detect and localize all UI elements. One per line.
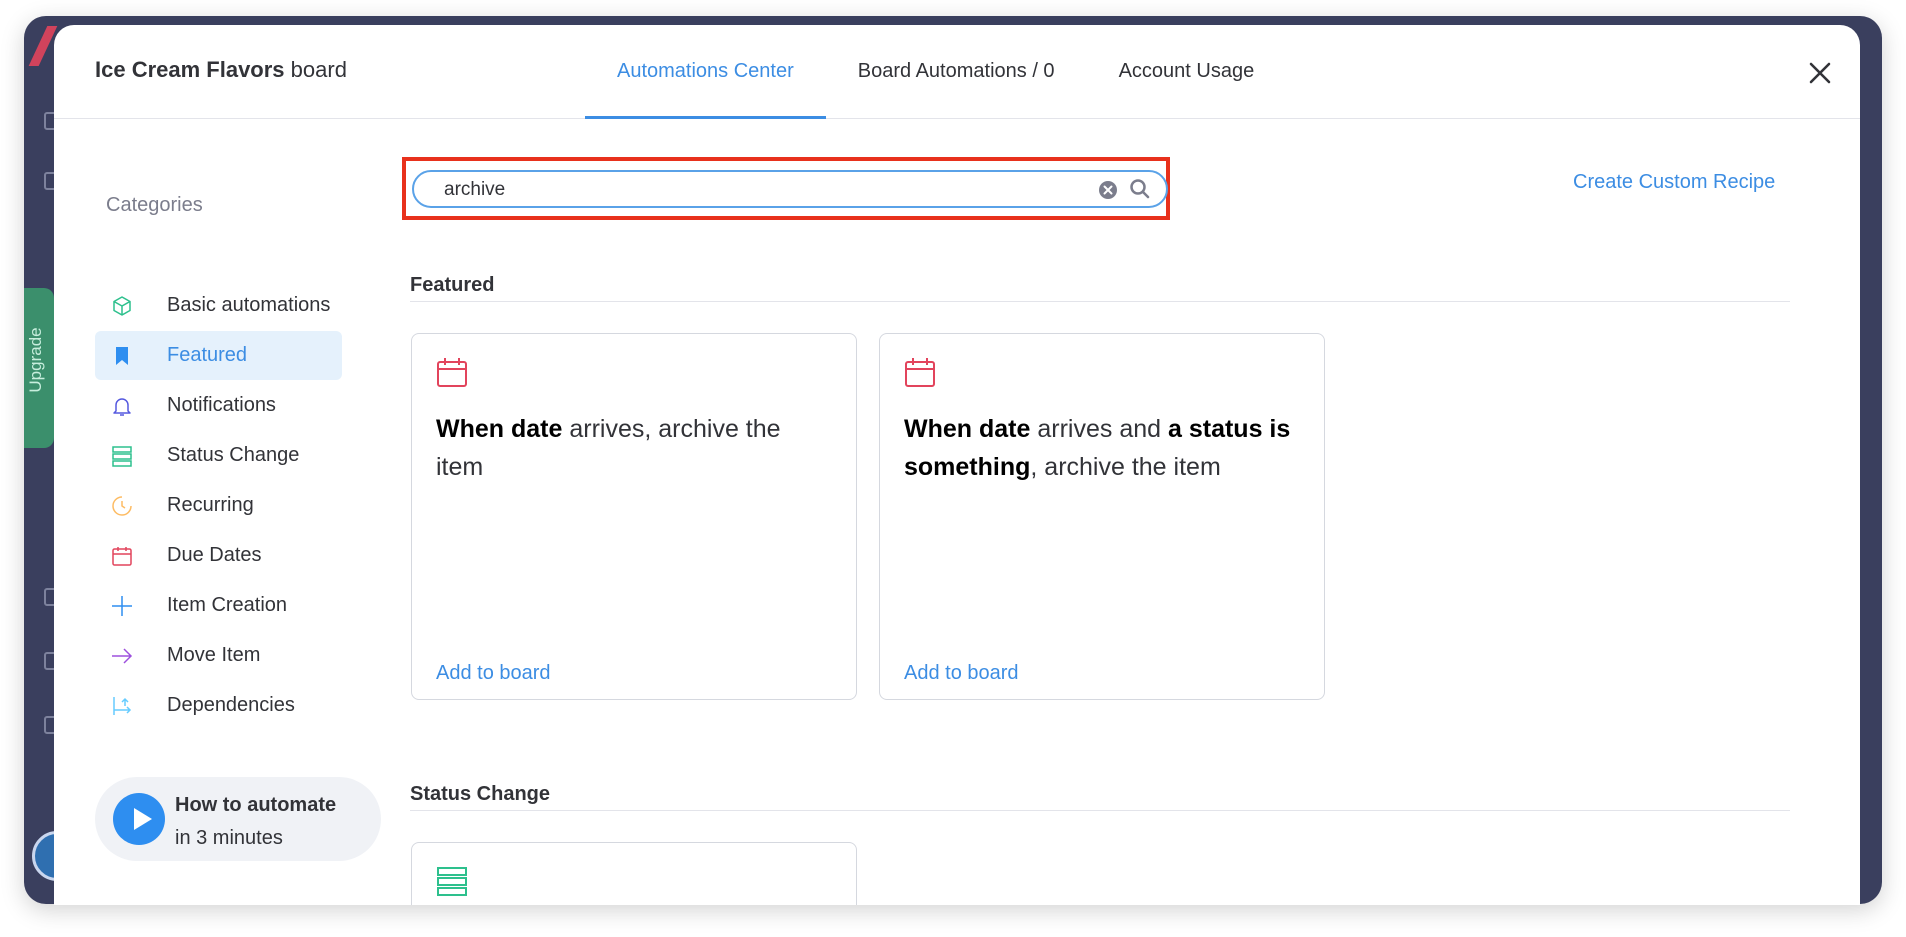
sidebar-item-label: Basic automations [167, 294, 331, 316]
section-title-featured: Featured [410, 274, 495, 296]
sidebar-item-recurring[interactable]: Recurring [95, 481, 342, 530]
play-icon[interactable] [113, 793, 165, 845]
section-divider [410, 810, 1790, 811]
sidebar-item-due-dates[interactable]: Due Dates [95, 531, 342, 580]
recipe-card[interactable]: When date arrives, archive the item Add … [411, 333, 857, 700]
recipe-text-part: arrives and [1037, 415, 1168, 443]
board-name: Ice Cream Flavors [95, 57, 285, 82]
recipe-field-date: date [979, 415, 1038, 443]
calendar-icon [437, 358, 467, 387]
arrow-right-icon [112, 648, 133, 664]
howto-title: How to automate [175, 794, 337, 816]
calendar-icon [112, 547, 132, 566]
tab-label: Automations Center [617, 60, 794, 82]
board-suffix: board [290, 57, 347, 82]
tab-label: Board Automations / 0 [857, 60, 1055, 82]
sidebar-item-move-item[interactable]: Move Item [95, 631, 342, 680]
recipe-condition: is [1269, 415, 1291, 443]
add-to-board-button[interactable]: Add to board [904, 662, 1019, 685]
section-title-status-change: Status Change [410, 783, 551, 805]
tab-board-automations[interactable]: Board Automations / 0 [826, 25, 1087, 118]
modal-tabs: Automations Center Board Automations / 0… [585, 25, 1287, 119]
clock-icon [112, 496, 132, 516]
automations-modal: Ice Cream Flavors board Automations Cent… [54, 25, 1860, 905]
search-input[interactable] [444, 178, 1064, 202]
recipe-field-date: date [511, 415, 570, 443]
recipe-value: something [904, 453, 1031, 481]
upgrade-tab[interactable]: Upgrade [24, 288, 54, 448]
recipe-card[interactable]: When date arrives and a status is someth… [879, 333, 1325, 700]
add-to-board-button[interactable]: Add to board [436, 662, 551, 685]
categories-heading: Categories [106, 194, 203, 216]
modal-header: Ice Cream Flavors board Automations Cent… [54, 25, 1860, 119]
recipe-text-part: , archive the item [1030, 453, 1221, 481]
search-box [412, 170, 1168, 208]
sidebar-item-notifications[interactable]: Notifications [95, 381, 342, 430]
sidebar-item-item-creation[interactable]: Item Creation [95, 581, 342, 630]
clear-search-icon[interactable] [1098, 180, 1118, 200]
bookmark-icon [116, 347, 128, 365]
sidebar-item-status-change[interactable]: Status Change [95, 431, 342, 480]
recipe-text: When date arrives, archive the item [436, 410, 834, 486]
sidebar-item-label: Notifications [167, 394, 276, 416]
calendar-icon [905, 358, 935, 387]
close-icon[interactable] [1806, 59, 1834, 87]
sidebar-item-label: Item Creation [167, 594, 288, 616]
sidebar-item-label: Featured [167, 344, 248, 366]
upgrade-label: Upgrade [26, 327, 45, 393]
sidebar-item-dependencies[interactable]: Dependencies [95, 681, 342, 730]
sidebar-item-label: Dependencies [167, 694, 295, 716]
recipe-field-status: a status [1167, 415, 1270, 443]
recipe-card[interactable] [411, 842, 857, 905]
sidebar-item-label: Move Item [167, 644, 261, 666]
cube-icon [113, 296, 131, 316]
dependency-icon [113, 697, 132, 715]
howto-subtitle: in 3 minutes [175, 827, 283, 849]
tab-label: Account Usage [1118, 60, 1255, 82]
create-custom-recipe-link[interactable]: Create Custom Recipe [1573, 171, 1775, 194]
search-icon[interactable] [1129, 178, 1151, 200]
recipe-keyword: When [436, 415, 511, 443]
how-to-automate-video[interactable]: How to automate in 3 minutes [95, 777, 381, 861]
sidebar-item-label: Due Dates [167, 544, 262, 566]
plus-icon [112, 596, 132, 616]
board-title: Ice Cream Flavors board [95, 57, 347, 83]
sidebar-item-label: Status Change [167, 444, 300, 466]
recipe-keyword: When [904, 415, 979, 443]
status-stack-icon [437, 867, 467, 896]
status-stack-icon [112, 446, 132, 467]
sidebar-item-basic-automations[interactable]: Basic automations [95, 281, 342, 330]
sidebar-item-featured[interactable]: Featured [95, 331, 342, 380]
category-list: Basic automations Featured Notifications… [95, 281, 342, 731]
section-divider [410, 301, 1790, 302]
tab-automations-center[interactable]: Automations Center [585, 25, 826, 119]
bell-icon [113, 398, 131, 416]
tab-account-usage[interactable]: Account Usage [1087, 25, 1287, 118]
recipe-text: When date arrives and a status is someth… [904, 410, 1302, 486]
sidebar-item-label: Recurring [167, 494, 254, 516]
